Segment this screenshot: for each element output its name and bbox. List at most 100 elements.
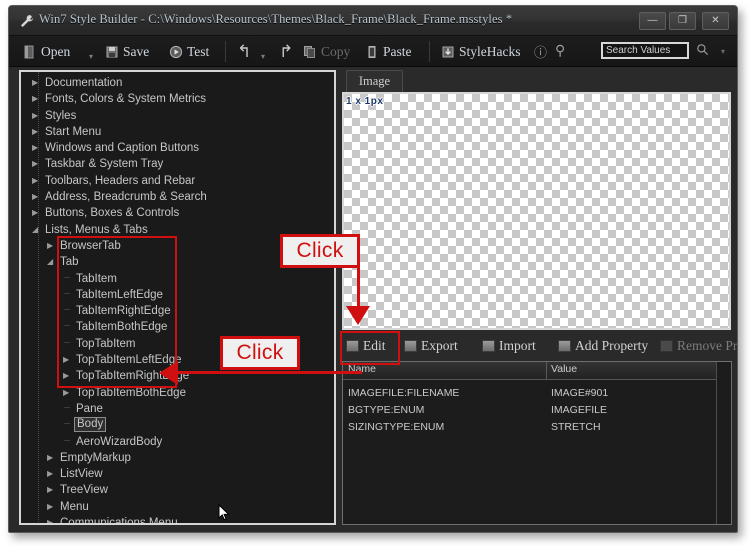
test-button[interactable]: Test — [169, 40, 209, 63]
chevron-right-icon[interactable]: ▶ — [32, 156, 38, 172]
open-button[interactable]: Open — [23, 40, 70, 63]
paste-label: Paste — [383, 43, 412, 59]
tree-item-address-breadcrumb-search[interactable]: ▶ Address, Breadcrumb & Search — [21, 189, 334, 205]
chevron-right-icon[interactable]: ▶ — [32, 124, 38, 140]
column-header-value[interactable]: Value — [551, 363, 577, 375]
chevron-right-icon[interactable]: ▶ — [32, 189, 38, 205]
chevron-right-icon[interactable]: ▶ — [32, 205, 38, 221]
chevron-right-icon[interactable]: ▶ — [32, 75, 38, 91]
chevron-right-icon[interactable]: ▶ — [32, 140, 38, 156]
chevron-right-icon[interactable]: ▶ — [47, 515, 53, 523]
chevron-right-icon[interactable]: ▶ — [32, 108, 38, 124]
tree-item-pane[interactable]: ┈ Pane — [21, 401, 334, 417]
paste-icon — [365, 45, 379, 59]
tree-item-menu[interactable]: ▶ Menu — [21, 499, 334, 515]
tree-item-start-menu[interactable]: ▶ Start Menu — [21, 124, 334, 140]
tree-item-tabitem[interactable]: ┈ TabItem — [21, 271, 334, 287]
chevron-right-icon[interactable]: ▶ — [63, 385, 69, 401]
tree-item-toptabitembothedge[interactable]: ▶ TopTabItemBothEdge — [21, 385, 334, 401]
chevron-right-icon[interactable]: ▶ — [47, 450, 53, 466]
undo-button[interactable]: ↰ — [237, 40, 251, 63]
tree-item-taskbar-system-tray[interactable]: ▶ Taskbar & System Tray — [21, 156, 334, 172]
remove-property-button[interactable]: Remove Pr — [660, 336, 737, 356]
tree-item-fonts-colors-system-metrics[interactable]: ▶ Fonts, Colors & System Metrics — [21, 91, 334, 107]
chevron-down-icon[interactable]: ◢ — [47, 254, 53, 270]
table-row[interactable]: BGTYPE:ENUM IMAGEFILE — [343, 402, 731, 419]
import-label: Import — [499, 338, 536, 353]
tree-item-treeview[interactable]: ▶ TreeView — [21, 482, 334, 498]
tree-item-tabitemleftedge[interactable]: ┈ TabItemLeftEdge — [21, 287, 334, 303]
add-property-icon — [558, 340, 571, 352]
image-preview-canvas[interactable]: 1 x 1px — [342, 92, 731, 330]
theme-tree-panel[interactable]: ▶ Documentation ▶ Fonts, Colors & System Me… — [19, 70, 336, 525]
paste-button[interactable]: Paste — [365, 40, 412, 63]
property-grid[interactable]: Name Value IMAGEFILE:FILENAME IMAGE#901 BG… — [342, 361, 732, 525]
tree-item-documentation[interactable]: ▶ Documentation — [21, 75, 334, 91]
tree-item-emptymarkup[interactable]: ▶ EmptyMarkup — [21, 450, 334, 466]
tree-item-tabitembothedge[interactable]: ┈ TabItemBothEdge — [21, 319, 334, 335]
open-dropdown-caret[interactable]: ▾ — [89, 45, 93, 68]
table-row[interactable]: SIZINGTYPE:ENUM STRETCH — [343, 419, 731, 436]
tree-item-label: Windows and Caption Buttons — [45, 142, 200, 155]
chevron-right-icon[interactable]: ▶ — [63, 352, 69, 368]
wrench-tool-icon[interactable]: ⚲ — [555, 40, 565, 63]
chevron-right-icon[interactable]: ▶ — [63, 368, 69, 384]
tree-item-buttons-boxes-controls[interactable]: ▶ Buttons, Boxes & Controls — [21, 205, 334, 221]
property-grid-scrollbar[interactable] — [716, 362, 731, 524]
tree-item-toolbars-headers-and-rebar[interactable]: ▶ Toolbars, Headers and Rebar — [21, 173, 334, 189]
chevron-right-icon[interactable]: ▶ — [47, 238, 53, 254]
tree-item-label: Toolbars, Headers and Rebar — [45, 174, 196, 187]
chevron-right-icon[interactable]: ▶ — [47, 499, 53, 515]
test-label: Test — [187, 43, 210, 59]
add-property-label: Add Property — [575, 338, 649, 353]
minimize-button[interactable]: — — [639, 12, 666, 30]
export-button[interactable]: Export — [404, 336, 458, 356]
tree-item-styles[interactable]: ▶ Styles — [21, 108, 334, 124]
tree-item-label: TabItemRightEdge — [76, 305, 171, 318]
stylehacks-button[interactable]: StyleHacks — [441, 40, 521, 63]
chevron-right-icon[interactable]: ▶ — [32, 173, 38, 189]
search-input[interactable] — [601, 42, 689, 59]
info-icon[interactable]: ⓘ — [534, 40, 547, 63]
undo-dropdown-caret[interactable]: ▾ — [261, 45, 265, 68]
tab-image[interactable]: Image — [346, 70, 403, 92]
annotation-line-click-top-vertical — [357, 234, 360, 314]
tree-leaf-connector-icon: ┈ — [64, 337, 71, 349]
search-icon[interactable] — [696, 43, 709, 59]
copy-button[interactable]: Copy — [303, 40, 350, 63]
tree-item-communications-menu[interactable]: ▶ Communications Menu — [21, 515, 334, 523]
tree-item-listview[interactable]: ▶ ListView — [21, 466, 334, 482]
tree-leaf-connector-icon: ┈ — [64, 321, 71, 333]
chevron-right-icon[interactable]: ▶ — [47, 466, 53, 482]
tree-item-tabitemrightedge[interactable]: ┈ TabItemRightEdge — [21, 303, 334, 319]
add-property-button[interactable]: Add Property — [558, 336, 648, 356]
copy-label: Copy — [321, 43, 351, 59]
toolbar-separator-1 — [225, 41, 226, 62]
import-button[interactable]: Import — [482, 336, 536, 356]
close-button[interactable]: ✕ — [702, 12, 729, 30]
property-grid-header: Name Value — [343, 362, 731, 380]
redo-button[interactable]: ↱ — [279, 40, 293, 63]
open-label: Open — [41, 43, 71, 59]
tree-item-label: TabItemLeftEdge — [76, 288, 163, 301]
app-window: Win7 Style Builder - C:\Windows\Resource… — [8, 5, 738, 533]
save-button[interactable]: Save — [105, 40, 149, 63]
property-name-cell: SIZINGTYPE:ENUM — [348, 421, 445, 433]
chevron-right-icon[interactable]: ▶ — [32, 91, 38, 107]
tree-item-aerowizardbody[interactable]: ┈ AeroWizardBody — [21, 434, 334, 450]
wrench-icon — [19, 13, 35, 29]
table-row[interactable]: IMAGEFILE:FILENAME IMAGE#901 — [343, 385, 731, 402]
tree-item-label: Documentation — [45, 77, 123, 89]
annotation-arrowhead-to-edit — [346, 306, 370, 325]
chevron-right-icon[interactable]: ▶ — [47, 482, 53, 498]
search-dropdown-caret[interactable]: ▾ — [721, 47, 725, 56]
tree-item-label: AeroWizardBody — [76, 435, 163, 448]
tree-item-body[interactable]: ┈ Body — [21, 417, 334, 433]
edit-button[interactable]: Edit — [346, 336, 386, 356]
tree-item-windows-and-caption-buttons[interactable]: ▶ Windows and Caption Buttons — [21, 140, 334, 156]
chevron-down-icon[interactable]: ◢ — [32, 222, 38, 238]
maximize-button[interactable]: ❐ — [669, 12, 696, 30]
stylehacks-label: StyleHacks — [459, 43, 521, 59]
column-divider-1[interactable] — [546, 362, 547, 379]
property-name-cell: IMAGEFILE:FILENAME — [348, 387, 460, 399]
